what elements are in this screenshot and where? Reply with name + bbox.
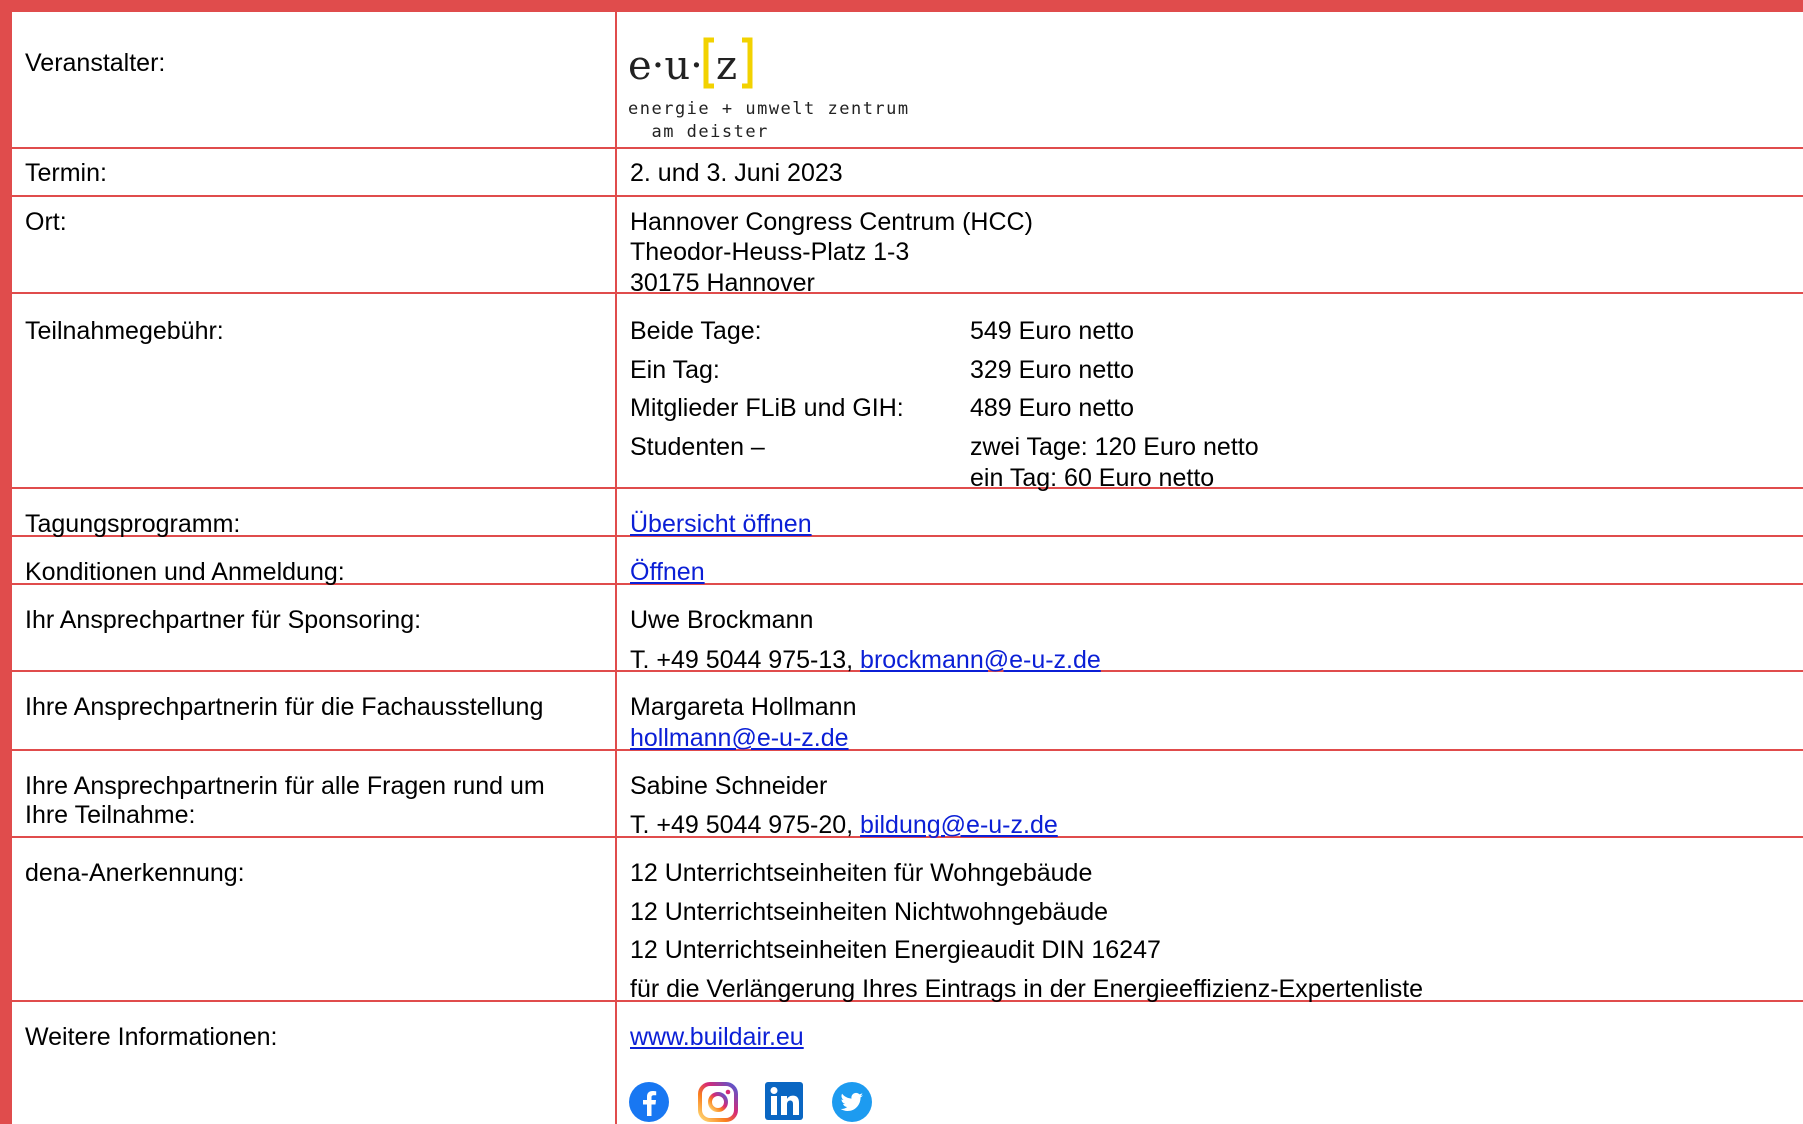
logo-line-1: energie + umwelt zentrum (628, 99, 910, 119)
teilnahme-email-link[interactable]: bildung@e-u-z.de (860, 811, 1058, 839)
dena-line: 12 Unterrichtseinheiten für Wohngebäude (630, 859, 1093, 887)
label-veranstalter: Veranstalter: (25, 49, 166, 77)
sponsoring-name: Uwe Brockmann (630, 606, 814, 634)
anmeldung-link[interactable]: Öffnen (630, 558, 705, 587)
fachausstellung-name: Margareta Hollmann (630, 693, 857, 721)
fee-price: 549 Euro netto (970, 317, 1135, 345)
label-ort: Ort: (25, 208, 67, 236)
fachausstellung-email-link[interactable]: hollmann@e-u-z.de (630, 724, 849, 753)
facebook-icon[interactable] (628, 1081, 670, 1123)
info-table: Veranstalter: e·u· z energie + umwelt ze… (0, 0, 1803, 1124)
label-programm: Tagungsprogramm: (25, 510, 241, 538)
twitter-icon[interactable] (831, 1081, 873, 1123)
sponsoring-phone: T. +49 5044 975-13, (630, 646, 861, 674)
dena-line: für die Verlängerung Ihres Eintrags in d… (630, 975, 1424, 1003)
dena-line: 12 Unterrichtseinheiten Nichtwohngebäude (630, 898, 1109, 926)
linkedin-icon[interactable] (764, 1081, 806, 1123)
sponsoring-email-link[interactable]: brockmann@e-u-z.de (860, 646, 1101, 674)
dena-line: 12 Unterrichtseinheiten Energieaudit DIN… (630, 936, 1161, 964)
fee-name: Mitglieder FLiB und GIH: (630, 394, 904, 422)
fee-name: Ein Tag: (630, 356, 720, 384)
value-termin: 2. und 3. Juni 2023 (630, 159, 843, 187)
fee-name: Beide Tage: (630, 317, 762, 345)
label-fachausstellung: Ihre Ansprechpartnerin für die Fachausst… (25, 693, 544, 721)
logo-z: z (716, 43, 737, 89)
label-gebuehr: Teilnahmegebühr: (25, 317, 224, 345)
logo-letters: e·u· (628, 43, 703, 89)
label-dena: dena-Anerkennung: (25, 859, 245, 887)
fee-price: 329 Euro netto (970, 356, 1135, 384)
label-anmeldung: Konditionen und Anmeldung: (25, 558, 345, 586)
label-teilnahme-line-1: Ihre Ansprechpartnerin für alle Fragen r… (25, 772, 545, 800)
teilnahme-contact: T. +49 5044 975-20, bildung@e-u-z.de (630, 811, 1058, 840)
euz-logo: e·u· z (628, 37, 753, 89)
ort-line: Hannover Congress Centrum (HCC) (630, 208, 1033, 236)
ort-line: Theodor-Heuss-Platz 1-3 (630, 238, 910, 266)
fee-name: Studenten – (630, 433, 765, 461)
label-info: Weitere Informationen: (25, 1023, 278, 1051)
programm-link[interactable]: Übersicht öffnen (630, 510, 812, 539)
fee-price: zwei Tage: 120 Euro netto (970, 433, 1259, 461)
label-teilnahme-line-2: Ihre Teilnahme: (25, 801, 196, 829)
fee-price: 489 Euro netto (970, 394, 1135, 422)
label-sponsoring: Ihr Ansprechpartner für Sponsoring: (25, 606, 422, 634)
instagram-icon[interactable] (697, 1081, 739, 1123)
logo-line-2: am deister (628, 122, 769, 142)
sponsoring-contact: T. +49 5044 975-13, brockmann@e-u-z.de (630, 646, 1101, 675)
label-teilnahme: Ihre Ansprechpartnerin für alle Fragen r… (25, 772, 605, 830)
website-link[interactable]: www.buildair.eu (630, 1023, 804, 1052)
label-termin: Termin: (25, 159, 107, 187)
logo-subtitle: energie + umwelt zentrum am deister (628, 98, 910, 144)
teilnahme-phone: T. +49 5044 975-20, (630, 811, 861, 839)
teilnahme-name: Sabine Schneider (630, 772, 828, 800)
